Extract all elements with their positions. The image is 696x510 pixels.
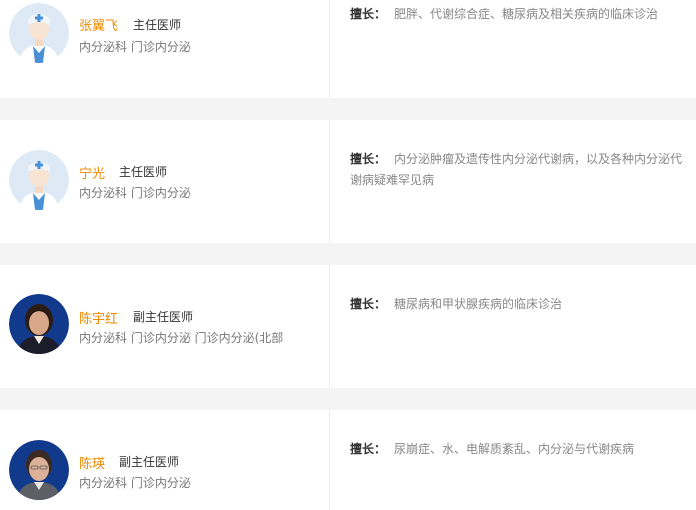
specialty-label: 擅长： (350, 7, 387, 21)
doctor-specialty: 擅长： 尿崩症、水、电解质紊乱、内分泌与代谢疾病 (350, 439, 690, 460)
doctor-title: 副主任医师 (133, 310, 194, 324)
specialty-text: 肥胖、代谢综合症、糖尿病及相关疾病的临床诊治 (394, 7, 659, 21)
card-divider (329, 265, 330, 388)
doctor-photo (9, 440, 69, 500)
doctor-card[interactable]: 陈瑛 副主任医师 内分泌科 门诊内分泌 擅长： 尿崩症、水、电解质紊乱、内分泌与代… (0, 410, 696, 510)
specialty-label: 擅长： (350, 152, 387, 166)
avatar[interactable] (9, 440, 69, 500)
avatar[interactable] (9, 150, 69, 210)
doctor-department: 内分泌科 门诊内分泌 门诊内分泌(北部 (79, 331, 284, 345)
card-divider (329, 120, 330, 243)
doctor-title: 主任医师 (133, 18, 182, 32)
specialty-text: 内分泌肿瘤及遗传性内分泌代谢病，以及各种内分泌代谢病疑难罕见病 (350, 152, 683, 187)
doctor-name[interactable]: 张翼飞 (79, 15, 118, 34)
avatar[interactable] (9, 294, 69, 354)
specialty-label: 擅长： (350, 297, 387, 311)
doctor-name[interactable]: 陈宇红 (79, 308, 118, 327)
doctor-title: 主任医师 (119, 165, 168, 179)
doctor-specialty: 擅长： 内分泌肿瘤及遗传性内分泌代谢病，以及各种内分泌代谢病疑难罕见病 (350, 149, 690, 191)
doctor-photo (9, 294, 69, 354)
doctor-title: 副主任医师 (119, 455, 180, 469)
default-doctor-icon (9, 3, 69, 63)
doctor-specialty: 擅长： 肥胖、代谢综合症、糖尿病及相关疾病的临床诊治 (350, 4, 690, 25)
doctor-name[interactable]: 宁光 (79, 163, 105, 182)
doctor-name[interactable]: 陈瑛 (79, 453, 105, 472)
doctor-card[interactable]: 宁光 主任医师 内分泌科 门诊内分泌 擅长： 内分泌肿瘤及遗传性内分泌代谢病，以及… (0, 120, 696, 243)
doctor-department: 内分泌科 门诊内分泌 (79, 40, 191, 54)
specialty-label: 擅长： (350, 442, 387, 456)
doctor-specialty: 擅长： 糖尿病和甲状腺疾病的临床诊治 (350, 294, 690, 315)
specialty-text: 糖尿病和甲状腺疾病的临床诊治 (394, 297, 563, 311)
specialty-text: 尿崩症、水、电解质紊乱、内分泌与代谢疾病 (394, 442, 635, 456)
card-divider (329, 410, 330, 510)
default-doctor-icon (9, 150, 69, 210)
doctor-card[interactable]: 张翼飞 主任医师 内分泌科 门诊内分泌 擅长： 肥胖、代谢综合症、糖尿病及相关疾病… (0, 0, 696, 98)
doctor-card[interactable]: 陈宇红 副主任医师 内分泌科 门诊内分泌 门诊内分泌(北部 擅长： 糖尿病和甲状腺… (0, 265, 696, 388)
doctor-department: 内分泌科 门诊内分泌 (79, 186, 191, 200)
card-divider (329, 0, 330, 98)
avatar[interactable] (9, 3, 69, 63)
doctor-department: 内分泌科 门诊内分泌 (79, 476, 191, 490)
